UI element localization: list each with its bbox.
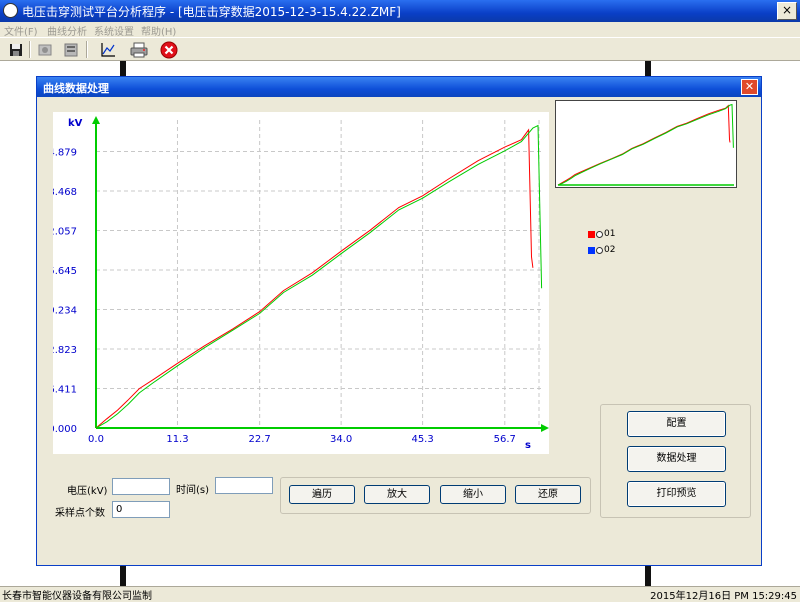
config-button[interactable]: 配置: [627, 411, 726, 437]
legend-radio-icon[interactable]: [596, 230, 603, 238]
zoom-in-button[interactable]: 放大: [364, 485, 430, 504]
legend-item-01: 01: [588, 229, 615, 239]
time-label: 时间(s): [176, 485, 210, 496]
main-title-bar: 电压击穿测试平台分析程序 - [电压击穿数据2015-12-3-15.4.22.…: [0, 0, 800, 22]
x-axis-unit-label: s: [525, 440, 531, 451]
x-tick-label: 45.3: [411, 434, 433, 445]
database-icon: [64, 43, 78, 56]
menu-help[interactable]: 帮助(H): [141, 23, 176, 38]
voltage-field[interactable]: [112, 478, 170, 495]
y-tick-label: 12.823: [53, 345, 77, 356]
print-button[interactable]: [128, 39, 150, 60]
x-axis-arrow: [541, 424, 549, 432]
menu-system-settings[interactable]: 系统设置: [94, 23, 134, 38]
exit-icon: [160, 41, 178, 58]
print-preview-button[interactable]: 打印预览: [627, 481, 726, 507]
y-axis-arrow: [92, 116, 100, 124]
legend-item-02: 02: [588, 245, 615, 255]
main-chart[interactable]: kV s 0.000 6.411 12.823 19.234 25.645 32.057 38.…: [53, 112, 549, 454]
legend-label: 01: [604, 229, 616, 239]
series-line-01: [95, 128, 534, 429]
legend-label: 02: [604, 245, 616, 255]
toolbar: [0, 37, 800, 61]
print-icon: [130, 42, 148, 57]
menu-bar: 文件(F) 曲线分析 系统设置 帮助(H): [0, 22, 800, 38]
save-icon: [10, 43, 22, 56]
window-title: 电压击穿测试平台分析程序 - [电压击穿数据2015-12-3-15.4.22.…: [22, 5, 401, 19]
database-button[interactable]: [60, 39, 82, 60]
save-button[interactable]: [5, 39, 27, 60]
exit-button[interactable]: [158, 39, 180, 60]
restore-button[interactable]: 还原: [515, 485, 581, 504]
x-tick-label: 22.7: [249, 434, 271, 445]
app-icon: [3, 3, 18, 18]
overview-thumbnail[interactable]: [555, 100, 737, 188]
dialog-close-button[interactable]: ✕: [741, 79, 758, 95]
x-tick-label: 56.7: [494, 434, 516, 445]
sample-count-field[interactable]: 0: [112, 501, 170, 518]
traverse-button[interactable]: 遍历: [289, 485, 355, 504]
window-close-button[interactable]: ×: [777, 2, 797, 20]
thumb-series-02: [557, 103, 734, 186]
voltage-label: 电压(kV): [67, 486, 108, 497]
time-field[interactable]: [215, 477, 273, 494]
curve-button[interactable]: [97, 39, 119, 60]
legend-radio-icon[interactable]: [596, 246, 603, 254]
y-tick-label: 6.411: [53, 385, 77, 396]
y-tick-label: 19.234: [53, 306, 77, 317]
x-tick-label: 0.0: [88, 434, 104, 445]
data-process-button[interactable]: 数据处理: [627, 446, 726, 472]
y-tick-label: 44.879: [53, 148, 77, 159]
legend-swatch: [588, 230, 595, 238]
y-tick-label: 38.468: [53, 187, 77, 198]
chart-svg: kV s 0.000 6.411 12.823 19.234 25.645 32.057 38.…: [53, 116, 549, 451]
y-tick-label: 25.645: [53, 266, 77, 277]
disk-icon: [38, 44, 52, 55]
thumb-series-01: [557, 104, 731, 186]
dialog-title-bar: 曲线数据处理 ✕: [37, 77, 761, 97]
overview-svg: [557, 103, 734, 186]
dialog-title: 曲线数据处理: [43, 82, 109, 95]
open-disk-button[interactable]: [34, 39, 56, 60]
x-tick-label: 11.3: [166, 434, 188, 445]
curve-icon: [101, 42, 115, 57]
x-tick-label: 34.0: [330, 434, 352, 445]
sample-count-label: 采样点个数: [55, 508, 105, 519]
menu-file[interactable]: 文件(F): [4, 23, 38, 38]
y-axis-unit-label: kV: [68, 118, 83, 129]
menu-curve-analysis[interactable]: 曲线分析: [47, 23, 87, 38]
zoom-out-button[interactable]: 缩小: [440, 485, 506, 504]
series-line-02: [95, 124, 543, 429]
status-bar: 长春市智能仪器设备有限公司监制 2015年12月16日 PM 15:29:45: [0, 586, 800, 602]
y-tick-label: 0.000: [53, 424, 77, 435]
legend-swatch: [588, 246, 595, 254]
y-tick-label: 32.057: [53, 227, 77, 238]
